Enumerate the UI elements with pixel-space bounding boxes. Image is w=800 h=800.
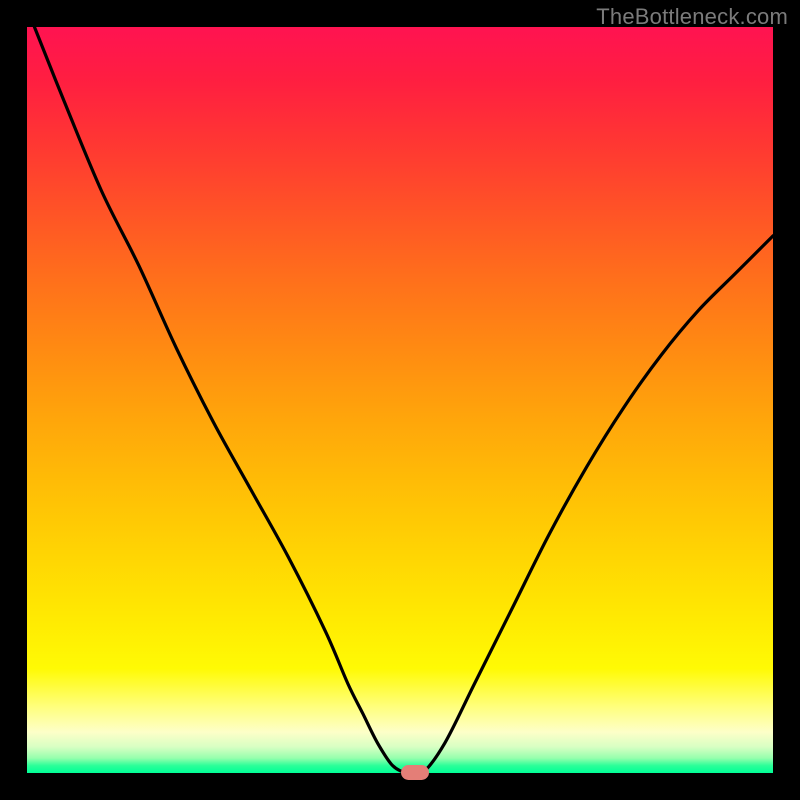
watermark-text: TheBottleneck.com [596, 4, 788, 30]
optimal-marker [401, 765, 429, 780]
bottleneck-curve [27, 27, 773, 773]
chart-container: TheBottleneck.com [0, 0, 800, 800]
plot-area [27, 27, 773, 773]
